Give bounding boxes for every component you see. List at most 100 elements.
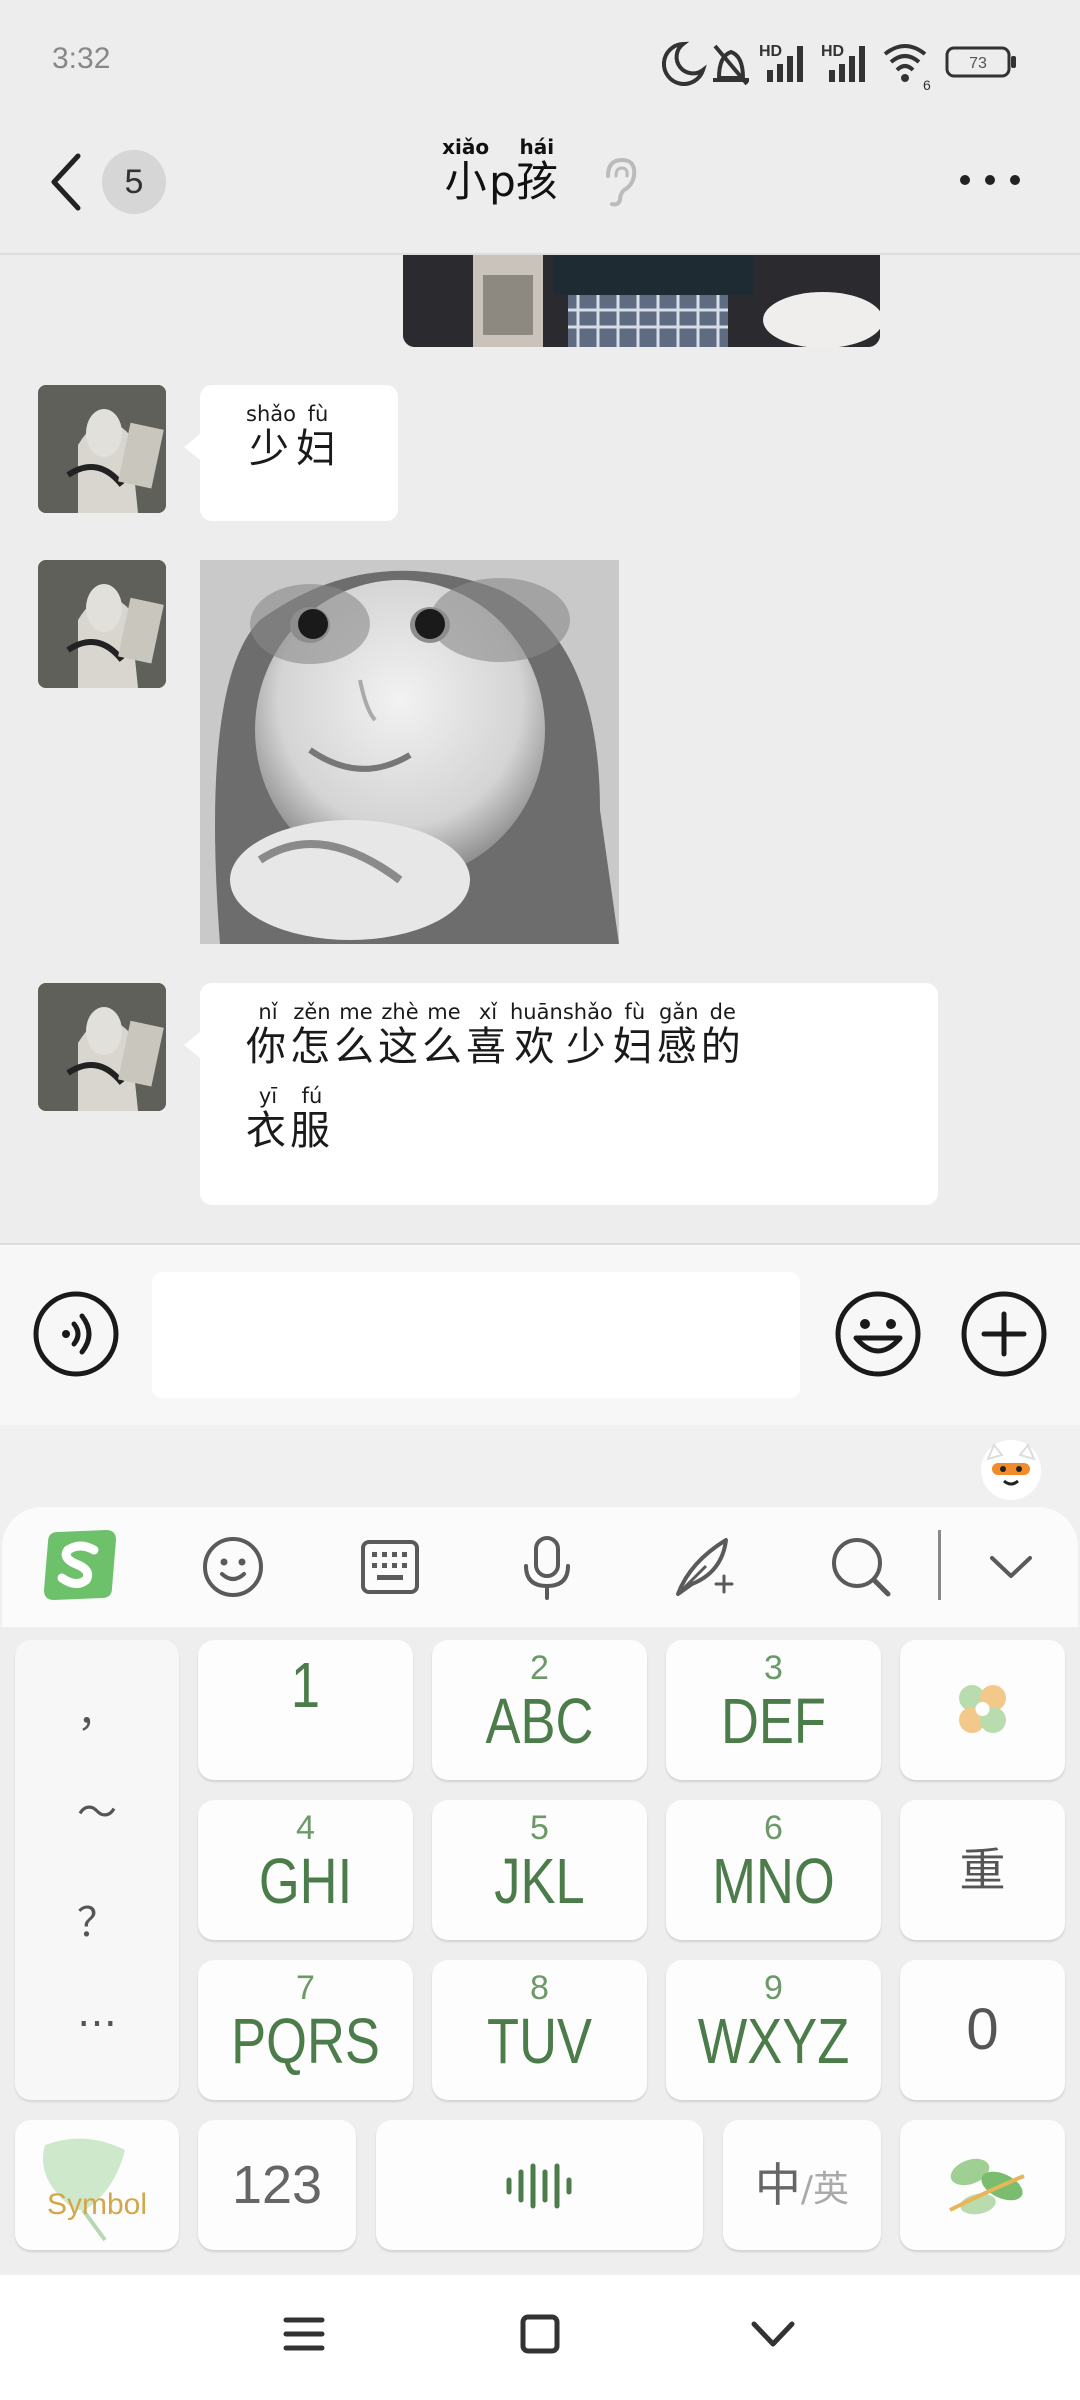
key-letters: JKL [494, 1845, 585, 1917]
home-icon[interactable] [518, 2312, 562, 2356]
pinyin: xǐ [466, 1000, 510, 1024]
wifi-label: 6 [923, 77, 931, 93]
avatar-image [38, 385, 166, 513]
clover-key[interactable] [900, 1640, 1065, 1780]
key-8-tuv[interactable]: 8 TUV [432, 1960, 647, 2100]
key-1[interactable]: 1 [198, 1640, 413, 1780]
punct-key-question[interactable]: ？ [15, 1890, 179, 1948]
sogou-logo-icon[interactable] [40, 1528, 120, 1604]
key-letters: TUV [487, 2005, 592, 2077]
status-icons: HD HD 6 73 [661, 41, 1016, 93]
contact-avatar[interactable] [38, 983, 166, 1111]
message-input[interactable] [152, 1272, 800, 1398]
key-5-jkl[interactable]: 5 JKL [432, 1800, 647, 1940]
hanzi: 欢 [510, 1024, 563, 1070]
ear-icon[interactable] [600, 156, 640, 208]
chat-title[interactable]: 小xiǎop孩hái [0, 135, 1000, 209]
message-bubble[interactable]: 少shǎo妇fù [200, 385, 398, 521]
ruby-char: 么me [334, 1000, 378, 1070]
key-7-pqrs[interactable]: 7 PQRS [198, 1960, 413, 2100]
contact-avatar[interactable] [38, 385, 166, 513]
keyboard-icon[interactable] [355, 1532, 425, 1602]
hanzi: 么 [334, 1024, 378, 1070]
pinyin: fù [612, 1000, 657, 1024]
reenter-key[interactable]: 重 [900, 1800, 1065, 1940]
key-letters: GHI [258, 1845, 353, 1917]
key-3-def[interactable]: 3 DEF [666, 1640, 881, 1780]
symbol-key-label: Symbol [46, 2188, 148, 2221]
previous-photo-message[interactable] [403, 255, 880, 347]
hanzi: 妇 [612, 1024, 657, 1070]
ruby-char: 的de [701, 1000, 745, 1070]
pinyin: gǎn [656, 1000, 701, 1024]
punct-key-comma[interactable]: ， [15, 1680, 179, 1738]
muted-bell-icon [713, 44, 749, 86]
ruby-char: 么me [422, 1000, 466, 1070]
pinyin: huān [510, 1000, 563, 1024]
language-switch-key[interactable]: 中/英 [723, 2120, 881, 2250]
menu-icon[interactable] [282, 2312, 326, 2356]
chat-title-text: 小xiǎop孩hái [442, 135, 558, 206]
search-icon[interactable] [826, 1532, 896, 1602]
pinyin: zěn [290, 1000, 334, 1024]
message-bubble[interactable]: 你nǐ怎zěn么me这zhè么me喜xǐ欢huān少shǎo妇fù感gǎn的de… [200, 983, 938, 1205]
plus-icon[interactable] [960, 1290, 1048, 1378]
punct-key-ellipsis[interactable]: … [15, 1990, 179, 2036]
space-key[interactable] [376, 2120, 703, 2250]
emoji-icon[interactable] [834, 1290, 922, 1378]
hanzi: 感 [656, 1024, 701, 1070]
number-key[interactable]: 123 [198, 2120, 356, 2250]
ruby-char: 服fú [290, 1084, 334, 1154]
ruby-char: 这zhè [378, 1000, 422, 1070]
ruby-char: 欢huān [510, 1000, 563, 1070]
ruby-char: 妇fù [295, 402, 340, 472]
key-number: 2 [530, 1649, 549, 1687]
key-2-abc[interactable]: 2 ABC [432, 1640, 647, 1780]
smiley-icon[interactable] [198, 1532, 268, 1602]
back-chevron-icon[interactable] [750, 2314, 796, 2354]
ruby-char: 喜xǐ [466, 1000, 510, 1070]
punct-key-tilde[interactable]: ～ [15, 1780, 179, 1838]
key-4-ghi[interactable]: 4 GHI [198, 1800, 413, 1940]
pinyin: zhè [378, 1000, 422, 1024]
sound-wave-icon [506, 2163, 572, 2209]
battery-icon: 73 [945, 46, 1016, 78]
avatar-image [38, 560, 166, 688]
voice-icon[interactable] [32, 1290, 120, 1378]
key-number: 9 [764, 1969, 783, 2007]
ginkgo-leaf-icon [43, 2138, 125, 2242]
contact-avatar[interactable] [38, 560, 166, 688]
toolbar-divider [938, 1530, 941, 1600]
ruby-char: 少shǎo [563, 1000, 613, 1070]
ruby-char: 少shǎo [246, 402, 296, 472]
hanzi: 妇 [295, 426, 340, 472]
ruby-char: 怎zěn [290, 1000, 334, 1070]
collapse-chevron-icon[interactable] [976, 1532, 1046, 1602]
key-6-mno[interactable]: 6 MNO [666, 1800, 881, 1940]
key-letters: PQRS [231, 2005, 380, 2077]
more-icon[interactable] [955, 170, 1025, 190]
zero-key[interactable]: 0 [900, 1960, 1065, 2100]
ruby-char: 你nǐ [246, 1000, 290, 1070]
key-letters: DEF [721, 1685, 826, 1757]
ruby-char: 孩hái [516, 135, 558, 206]
ruby-char: 感gǎn [656, 1000, 701, 1070]
key-number: 6 [764, 1809, 783, 1847]
hanzi: 这 [378, 1024, 422, 1070]
signal-2-icon: HD [821, 43, 865, 82]
pinyin: de [700, 1000, 745, 1024]
hanzi: 怎 [290, 1024, 334, 1070]
sticker-image [200, 560, 619, 944]
message-text-line-1: 你nǐ怎zěn么me这zhè么me喜xǐ欢huān少shǎo妇fù感gǎn的de [246, 1000, 745, 1091]
microphone-icon[interactable] [512, 1532, 582, 1602]
mascot-icon[interactable] [978, 1437, 1044, 1503]
key-letters: ABC [485, 1685, 594, 1757]
hanzi: p [489, 157, 516, 206]
quill-icon[interactable] [670, 1532, 740, 1602]
sticker-message[interactable] [200, 560, 619, 944]
message-text: 少shǎo妇fù [246, 402, 340, 493]
symbol-key[interactable]: Symbol [15, 2120, 179, 2250]
leaf-key[interactable] [900, 2120, 1065, 2250]
key-9-wxyz[interactable]: 9 WXYZ [666, 1960, 881, 2100]
hanzi: 么 [422, 1024, 466, 1070]
